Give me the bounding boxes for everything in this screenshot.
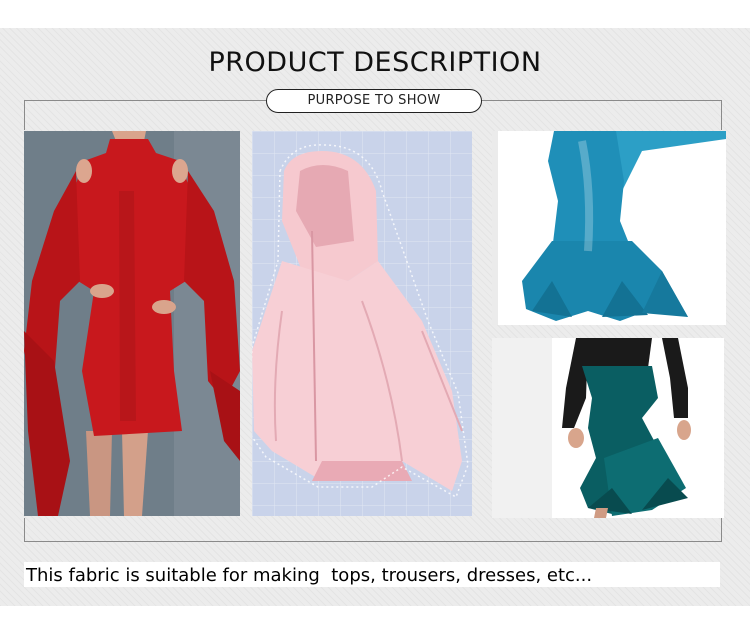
red-dress-photo (24, 131, 240, 516)
fabric-usage-caption: This fabric is suitable for making tops,… (26, 565, 593, 586)
frame-line-left (24, 100, 25, 130)
frame-line-right (721, 100, 722, 130)
pink-hooded-jacket-photo (252, 131, 472, 516)
purpose-pill: PURPOSE TO SHOW (266, 89, 482, 113)
frame-line-top-left (24, 100, 266, 101)
frame-line-bottom-left (24, 518, 25, 542)
page-title: PRODUCT DESCRIPTION (208, 47, 542, 78)
frame-line-bottom (24, 541, 722, 542)
frame-line-top-right (481, 100, 722, 101)
teal-dress-photo (492, 131, 726, 325)
teal-ruffle-skirt-photo (492, 338, 724, 518)
frame-line-bottom-right (721, 518, 722, 542)
